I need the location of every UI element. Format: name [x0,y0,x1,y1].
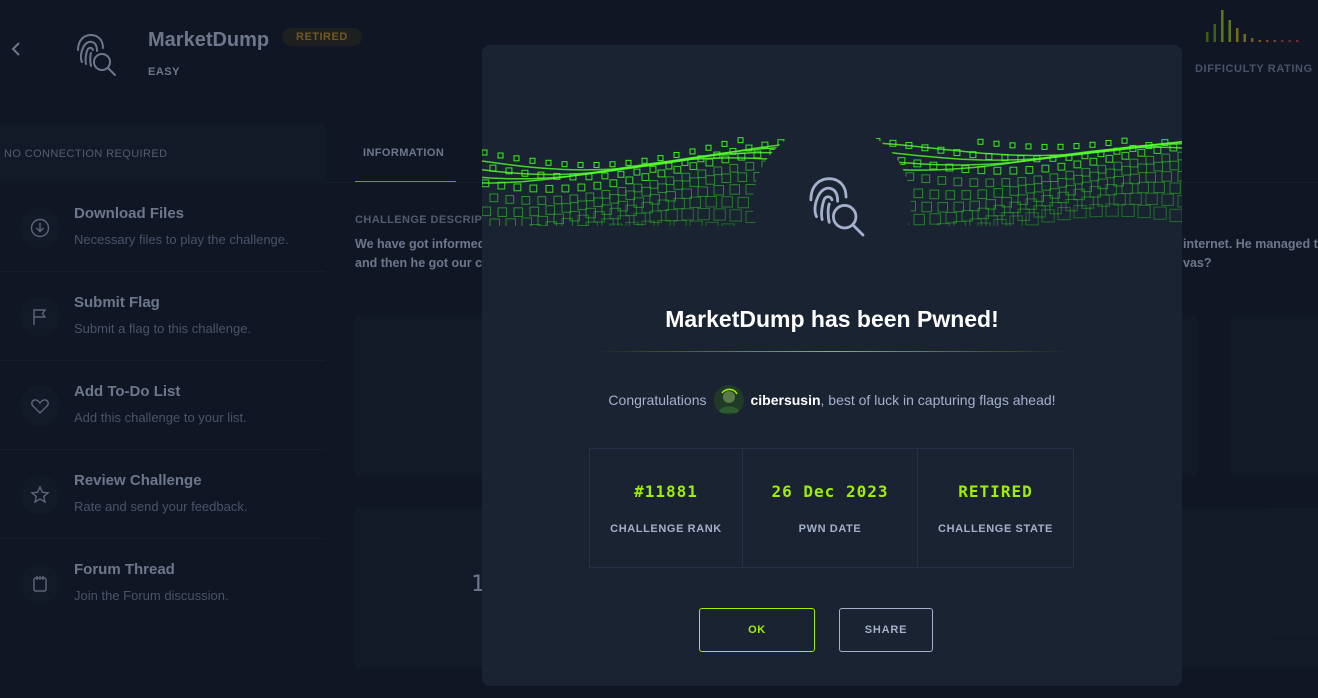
challenge-avatar [753,125,911,283]
pwned-modal: MarketDump has been Pwned! Congratulatio… [482,45,1182,686]
share-button[interactable]: SHARE [839,608,933,652]
username[interactable]: cibersusin [750,392,820,408]
stat-label: CHALLENGE STATE [938,523,1053,535]
congrats-prefix: Congratulations [608,392,707,408]
congrats-message: Congratulations cibersusin , best of luc… [482,385,1182,415]
stats-table: #11881 CHALLENGE RANK 26 Dec 2023 PWN DA… [589,448,1074,568]
stat-challenge-state: RETIRED CHALLENGE STATE [918,449,1073,567]
modal-title: MarketDump has been Pwned! [665,306,999,332]
stat-label: CHALLENGE RANK [610,523,722,535]
stat-value: RETIRED [958,482,1033,501]
stat-value: #11881 [634,482,698,501]
stat-value: 26 Dec 2023 [771,482,889,501]
title-divider [597,351,1067,352]
stat-label: PWN DATE [798,523,862,535]
congrats-suffix: , best of luck in capturing flags ahead! [820,392,1056,408]
stat-challenge-rank: #11881 CHALLENGE RANK [590,449,743,567]
fingerprint-search-icon [809,177,865,237]
ok-button[interactable]: OK [699,608,815,652]
avatar [714,385,745,415]
stat-pwn-date: 26 Dec 2023 PWN DATE [743,449,918,567]
